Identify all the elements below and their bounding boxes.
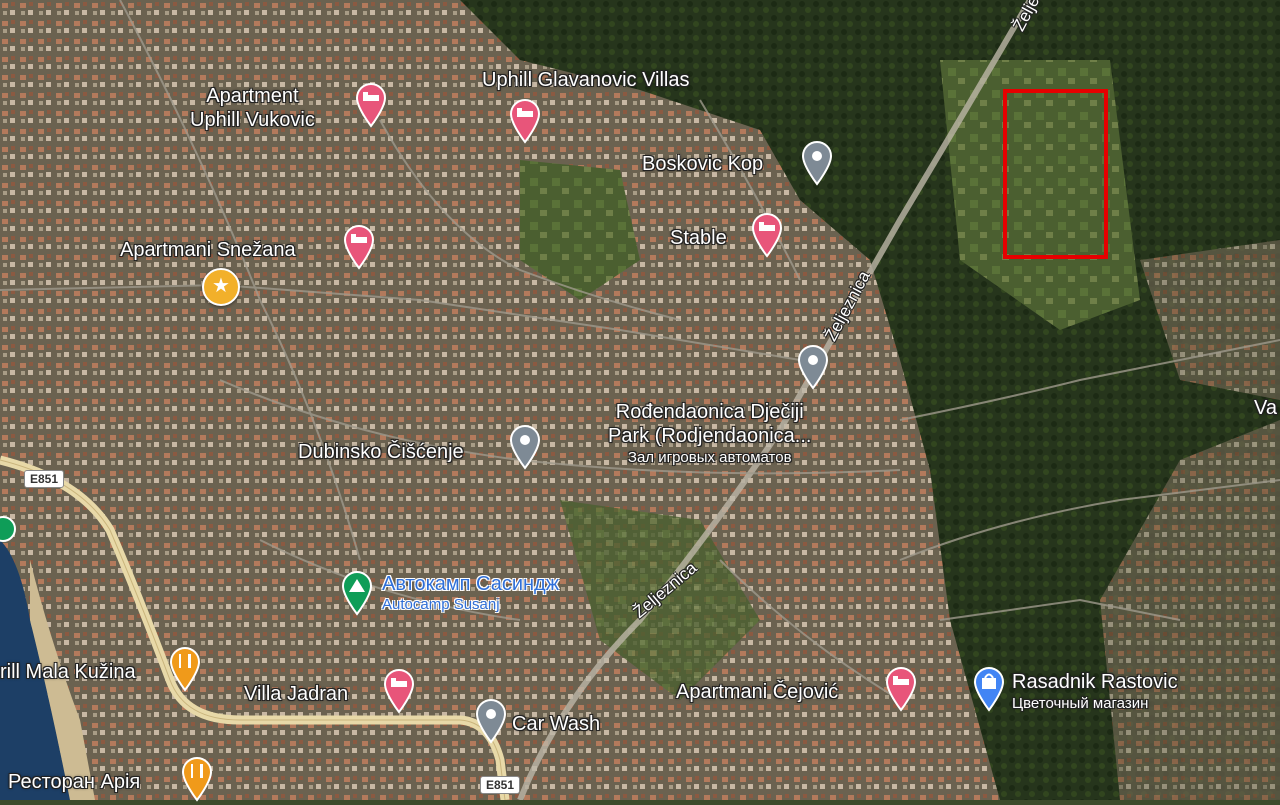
highlight-rectangle bbox=[1003, 89, 1108, 259]
road-shield-e851-bottom: E851 bbox=[480, 776, 521, 794]
pin-icon[interactable] bbox=[474, 698, 508, 744]
place-name-line1: Apartment bbox=[206, 85, 299, 107]
place-name-line1: Автокамп Сасиндж bbox=[382, 573, 560, 595]
restaurant-icon[interactable] bbox=[180, 756, 214, 802]
bed-icon[interactable] bbox=[508, 98, 542, 144]
shopping-bag-icon[interactable] bbox=[972, 666, 1006, 712]
place-label-uphill-glavanovic-villas[interactable]: Uphill Glavanovic Villas bbox=[482, 68, 690, 92]
place-label-grill-mala-kuzina[interactable]: rill Mala Kužina bbox=[0, 660, 136, 684]
bed-icon[interactable] bbox=[342, 224, 376, 270]
campsite-icon[interactable] bbox=[340, 570, 374, 616]
place-label-stable[interactable]: Stable bbox=[670, 226, 727, 250]
place-label-apartmani-cejovic[interactable]: Apartmani Čejović bbox=[676, 680, 838, 704]
place-name-line2: Uphill Vukovic bbox=[190, 109, 315, 131]
place-label-restoran-aria[interactable]: Ресторан Арія bbox=[8, 770, 140, 794]
place-label-rasadnik-rastovic[interactable]: Rasadnik Rastovic Цветочный магазин bbox=[1012, 670, 1178, 714]
bed-icon[interactable] bbox=[884, 666, 918, 712]
place-label-dubinsko-ciscenje[interactable]: Dubinsko Čišćenje bbox=[298, 440, 464, 464]
place-name-line1: Rođendaonica Dječiji bbox=[615, 401, 804, 423]
bed-icon[interactable] bbox=[382, 668, 416, 714]
pin-icon[interactable] bbox=[800, 140, 834, 186]
bed-icon[interactable] bbox=[354, 82, 388, 128]
place-category: Цветочный магазин bbox=[1012, 695, 1149, 712]
place-name-line2: Autocamp Susanj bbox=[382, 596, 500, 613]
satellite-map[interactable]: E851 E851 Željezn Željeznica Željeznica … bbox=[0, 0, 1280, 802]
place-name-line1: Rasadnik Rastovic bbox=[1012, 671, 1178, 693]
star-icon[interactable]: ★ bbox=[202, 268, 240, 306]
place-label-rodendaonica[interactable]: Rođendaonica Dječiji Park (Rodjendaonica… bbox=[608, 400, 811, 468]
place-label-boskovic-kop[interactable]: Boskovic Kop bbox=[642, 152, 763, 176]
pin-icon[interactable] bbox=[796, 344, 830, 390]
place-label-autocamp[interactable]: Автокамп Сасиндж Autocamp Susanj bbox=[382, 572, 559, 614]
place-label-villa-jadran[interactable]: Villa Jadran bbox=[244, 682, 348, 706]
place-label-car-wash[interactable]: Car Wash bbox=[512, 712, 600, 736]
pin-icon[interactable] bbox=[508, 424, 542, 470]
road-shield-e851: E851 bbox=[24, 470, 65, 488]
bed-icon[interactable] bbox=[750, 212, 784, 258]
place-label-partial-right[interactable]: Va bbox=[1254, 396, 1277, 420]
place-name-line2: Park (Rodjendaonica... bbox=[608, 425, 812, 447]
restaurant-icon[interactable] bbox=[168, 646, 202, 692]
place-label-apartmani-snezana[interactable]: Apartmani Snežana bbox=[120, 238, 296, 262]
place-category: Зал игровых автоматов bbox=[627, 449, 792, 466]
place-label-apartment-uphill-vukovic[interactable]: Apartment Uphill Vukovic bbox=[190, 84, 315, 132]
